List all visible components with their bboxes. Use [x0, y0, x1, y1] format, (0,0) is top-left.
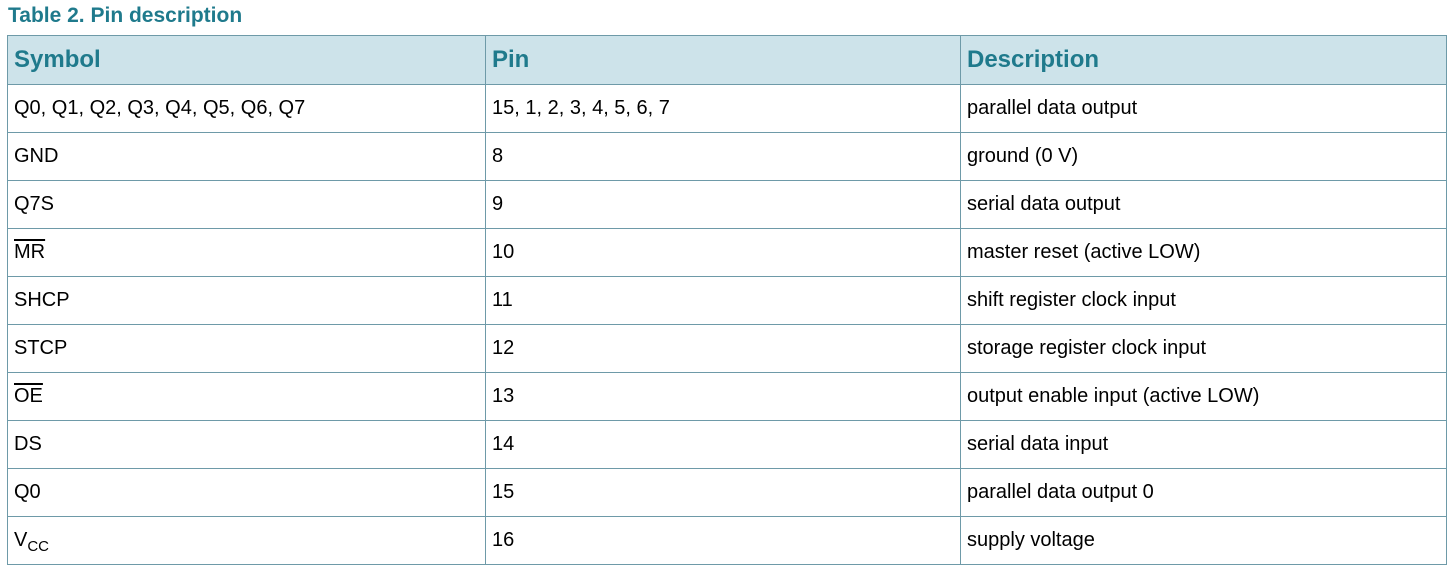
cell-description: parallel data output [960, 84, 1447, 133]
table-row: MR 10 master reset (active LOW) [7, 228, 1447, 277]
table-row: DS 14 serial data input [7, 420, 1447, 469]
symbol-text: SHCP [14, 289, 70, 311]
symbol-text: Q0, Q1, Q2, Q3, Q4, Q5, Q6, Q7 [14, 97, 306, 119]
cell-symbol: DS [7, 420, 486, 469]
cell-pin: 14 [485, 420, 961, 469]
cell-symbol: GND [7, 132, 486, 181]
cell-symbol: STCP [7, 324, 486, 373]
cell-symbol: VCC [7, 516, 486, 565]
cell-description: master reset (active LOW) [960, 228, 1447, 277]
header-pin: Pin [485, 35, 961, 85]
table-row: VCC 16 supply voltage [7, 516, 1447, 565]
cell-symbol: Q0, Q1, Q2, Q3, Q4, Q5, Q6, Q7 [7, 84, 486, 133]
table-row: OE 13 output enable input (active LOW) [7, 372, 1447, 421]
cell-pin: 15 [485, 468, 961, 517]
cell-pin: 9 [485, 180, 961, 229]
cell-pin: 13 [485, 372, 961, 421]
cell-symbol: MR [7, 228, 486, 277]
cell-description: serial data output [960, 180, 1447, 229]
cell-description: output enable input (active LOW) [960, 372, 1447, 421]
symbol-text: MR [14, 241, 46, 263]
pin-description-table: Symbol Pin Description Q0, Q1, Q2, Q3, Q… [7, 35, 1447, 565]
cell-pin: 16 [485, 516, 961, 565]
symbol-text: DS [14, 433, 42, 455]
table-body: Q0, Q1, Q2, Q3, Q4, Q5, Q6, Q7 15, 1, 2,… [7, 84, 1447, 565]
table-header-row: Symbol Pin Description [7, 35, 1447, 85]
table-row: SHCP 11 shift register clock input [7, 276, 1447, 325]
symbol-subscript: CC [27, 538, 50, 555]
cell-symbol: SHCP [7, 276, 486, 325]
cell-pin: 11 [485, 276, 961, 325]
cell-description: storage register clock input [960, 324, 1447, 373]
cell-symbol: OE [7, 372, 486, 421]
table-row: Q0, Q1, Q2, Q3, Q4, Q5, Q6, Q7 15, 1, 2,… [7, 84, 1447, 133]
symbol-text: STCP [14, 337, 68, 359]
cell-description: parallel data output 0 [960, 468, 1447, 517]
cell-symbol: Q0 [7, 468, 486, 517]
cell-pin: 12 [485, 324, 961, 373]
table-caption: Table 2. Pin description [8, 4, 243, 27]
cell-description: shift register clock input [960, 276, 1447, 325]
symbol-text: Q0 [14, 481, 41, 503]
cell-pin: 8 [485, 132, 961, 181]
cell-description: serial data input [960, 420, 1447, 469]
table-row: Q7S 9 serial data output [7, 180, 1447, 229]
table-row: STCP 12 storage register clock input [7, 324, 1447, 373]
cell-pin: 10 [485, 228, 961, 277]
cell-description: ground (0 V) [960, 132, 1447, 181]
symbol-text: GND [14, 145, 59, 167]
symbol-text: Q7S [14, 193, 55, 215]
header-description: Description [960, 35, 1447, 85]
cell-description: supply voltage [960, 516, 1447, 565]
table-row: Q0 15 parallel data output 0 [7, 468, 1447, 517]
table-row: GND 8 ground (0 V) [7, 132, 1447, 181]
header-symbol: Symbol [7, 35, 486, 85]
symbol-text: OE [14, 385, 43, 407]
symbol-text: V [14, 529, 28, 551]
cell-pin: 15, 1, 2, 3, 4, 5, 6, 7 [485, 84, 961, 133]
cell-symbol: Q7S [7, 180, 486, 229]
